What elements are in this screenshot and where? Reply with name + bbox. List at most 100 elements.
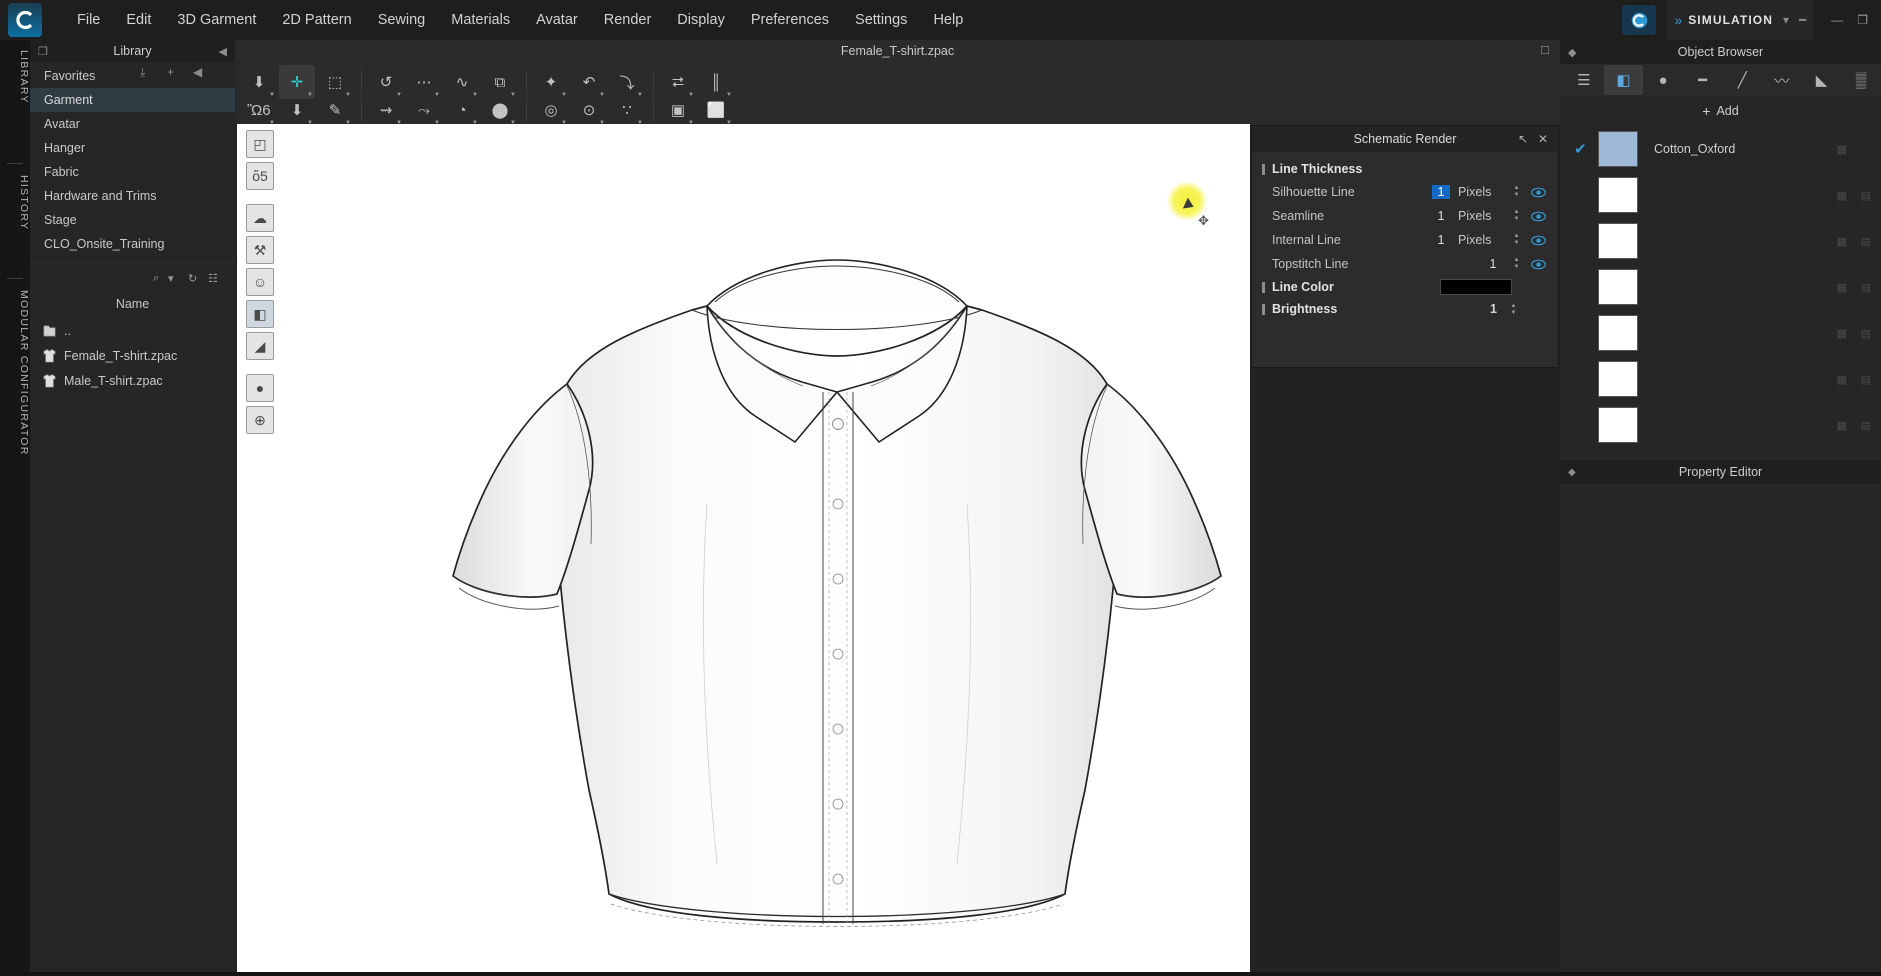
fabric-list-item[interactable]: ▦ ▤ [1560, 172, 1881, 218]
show-shadow-tool[interactable]: ◢ [246, 332, 274, 360]
library-category-clo-onsite-training[interactable]: CLO_Onsite_Training [30, 232, 235, 256]
fabric-settings-icon[interactable]: ▦ [1837, 189, 1847, 202]
rail-tab-library[interactable]: LIBRARY [0, 50, 30, 104]
list-tab[interactable]: ☰ [1564, 65, 1604, 95]
fabric-swatch[interactable] [1598, 407, 1638, 443]
row-value-input[interactable]: 1 [1432, 185, 1450, 199]
thickness-display-tool[interactable]: ⚒ [246, 236, 274, 264]
line-color-swatch[interactable] [1440, 279, 1512, 295]
avatar-pose-tool[interactable]: Ὣ6 ▼ [241, 93, 277, 127]
rail-tab-history[interactable]: HISTORY [0, 175, 30, 230]
brightness-value[interactable]: 1 [1490, 302, 1497, 316]
app-logo-icon[interactable] [8, 3, 42, 37]
graphic-tab[interactable]: ◣ [1802, 65, 1842, 95]
fabric-list-item[interactable]: ▦ ▤ [1560, 310, 1881, 356]
fabric-tab[interactable]: ◧ [1603, 65, 1644, 95]
property-editor-body[interactable] [1560, 484, 1881, 976]
library-category-garment[interactable]: Garment [30, 88, 235, 112]
fabric-list-item[interactable]: ▦ ▤ [1560, 402, 1881, 448]
environment-tool[interactable]: ⊕ [246, 406, 274, 434]
topstitch-tab[interactable]: ╱ [1723, 65, 1763, 95]
avatar-display-tool[interactable]: ☺ [246, 268, 274, 296]
button-tool[interactable]: ⬤ ▼ [482, 93, 518, 127]
fabric-swatch[interactable] [1598, 223, 1638, 259]
button-tab[interactable]: ● [1643, 65, 1683, 95]
fabric-list-item[interactable]: ▦ ▤ [1560, 264, 1881, 310]
row-value-input[interactable]: 1 [1432, 209, 1450, 223]
garment-display-tool[interactable]: ὅ5 [246, 162, 274, 190]
stepper-up-icon[interactable]: ▲ [1511, 185, 1522, 192]
stepper-up-icon[interactable]: ▲ [1511, 209, 1522, 216]
stepper-up-icon[interactable]: ▲ [1508, 303, 1519, 310]
zipper-tab[interactable]: ━ [1683, 65, 1723, 95]
library-category-favorites[interactable]: Favorites [30, 64, 235, 88]
dialog-title-bar[interactable]: Schematic Render ↖ ✕ [1252, 126, 1558, 152]
dialog-pin-icon[interactable]: ↖ [1518, 132, 1528, 146]
simulation-control-group[interactable]: » SIMULATION ▾ ━ [1666, 0, 1815, 40]
fabric-settings-icon[interactable]: ▦ [1837, 143, 1847, 156]
library-file-row[interactable]: .. [30, 318, 235, 343]
stepper-down-icon[interactable]: ▼ [1511, 264, 1522, 271]
fabric-swatch[interactable] [1598, 131, 1638, 167]
library-category-hanger[interactable]: Hanger [30, 136, 235, 160]
grading-tab[interactable]: ▒ [1841, 65, 1881, 95]
trim-tab[interactable]: 〰 [1762, 65, 1802, 95]
snap-tool[interactable]: ⊙ ▼ [571, 93, 607, 127]
stepper-up-icon[interactable]: ▲ [1511, 257, 1522, 264]
brightness-stepper[interactable]: ▲ ▼ [1508, 301, 1519, 319]
fold-tool[interactable]: ⇝ ▼ [368, 93, 404, 127]
library-file-row[interactable]: Male_T-shirt.zpac [30, 368, 235, 393]
brush-tool[interactable]: ✎ ▼ [317, 93, 353, 127]
library-category-avatar[interactable]: Avatar [30, 112, 235, 136]
3d-viewport[interactable] [237, 124, 1250, 976]
library-category-stage[interactable]: Stage [30, 208, 235, 232]
row-value-input[interactable]: 1 [1484, 257, 1502, 271]
visibility-eye-icon[interactable] [1530, 256, 1546, 272]
fabric-settings-icon[interactable]: ▦ [1837, 373, 1847, 386]
stepper-down-icon[interactable]: ▼ [1511, 240, 1522, 247]
refresh-icon[interactable]: ↻ [188, 272, 197, 285]
menu-item-preferences[interactable]: Preferences [738, 6, 842, 34]
stepper-down-icon[interactable]: ▼ [1508, 310, 1519, 317]
menu-item-avatar[interactable]: Avatar [523, 6, 591, 34]
row-stepper[interactable]: ▲ ▼ [1511, 183, 1522, 201]
menu-item-render[interactable]: Render [591, 6, 665, 34]
menu-item-display[interactable]: Display [664, 6, 738, 34]
simulation-dropdown-icon[interactable]: ▾ [1783, 13, 1789, 27]
fabric-swatch[interactable] [1598, 177, 1638, 213]
unfold-tool[interactable]: ⤳ ▼ [406, 93, 442, 127]
minimize-button[interactable]: — [1824, 13, 1850, 27]
menu-item-edit[interactable]: Edit [113, 6, 164, 34]
restore-button[interactable]: ❐ [1850, 13, 1875, 27]
menu-item-2d-pattern[interactable]: 2D Pattern [269, 6, 364, 34]
stepper-up-icon[interactable]: ▲ [1511, 233, 1522, 240]
library-popout-icon[interactable]: ❐ [38, 45, 48, 58]
topstitch-tool[interactable]: ∵ ▼ [609, 93, 645, 127]
skin-offset-tool[interactable]: ● [246, 374, 274, 402]
fabric-settings-icon[interactable]: ▦ [1837, 419, 1847, 432]
grading-tool[interactable]: ⬜ ▼ [698, 93, 734, 127]
checkmark-icon[interactable]: ✔ [1574, 140, 1587, 158]
clo-set-sync-icon[interactable] [1622, 5, 1657, 35]
row-stepper[interactable]: ▲ ▼ [1511, 207, 1522, 225]
stepper-down-icon[interactable]: ▼ [1511, 216, 1522, 223]
fabric-copy-icon[interactable]: ▤ [1861, 419, 1871, 432]
library-category-fabric[interactable]: Fabric [30, 160, 235, 184]
visibility-eye-icon[interactable] [1530, 232, 1546, 248]
fabric-copy-icon[interactable]: ▤ [1861, 327, 1871, 340]
fabric-copy-icon[interactable]: ▤ [1861, 281, 1871, 294]
fabric-settings-icon[interactable]: ▦ [1837, 235, 1847, 248]
menu-item-3d-garment[interactable]: 3D Garment [164, 6, 269, 34]
property-editor-pin-icon[interactable]: ◆ [1568, 467, 1576, 478]
simulation-extra-icon[interactable]: ━ [1799, 13, 1806, 27]
fabric-list-item[interactable]: ▦ ▤ [1560, 218, 1881, 264]
library-file-row[interactable]: Female_T-shirt.zpac [30, 343, 235, 368]
fabric-copy-icon[interactable]: ▤ [1861, 189, 1871, 202]
visibility-eye-icon[interactable] [1530, 184, 1546, 200]
viewport-popout-icon[interactable]: ☐ [1540, 44, 1550, 57]
library-collapse-icon[interactable]: ◀ [219, 45, 227, 58]
gravity-tool[interactable]: ⬇ ▼ [279, 93, 315, 127]
fabric-swatch[interactable] [1598, 269, 1638, 305]
show-stage-tool[interactable]: ◧ [246, 300, 274, 328]
visibility-eye-icon[interactable] [1530, 208, 1546, 224]
